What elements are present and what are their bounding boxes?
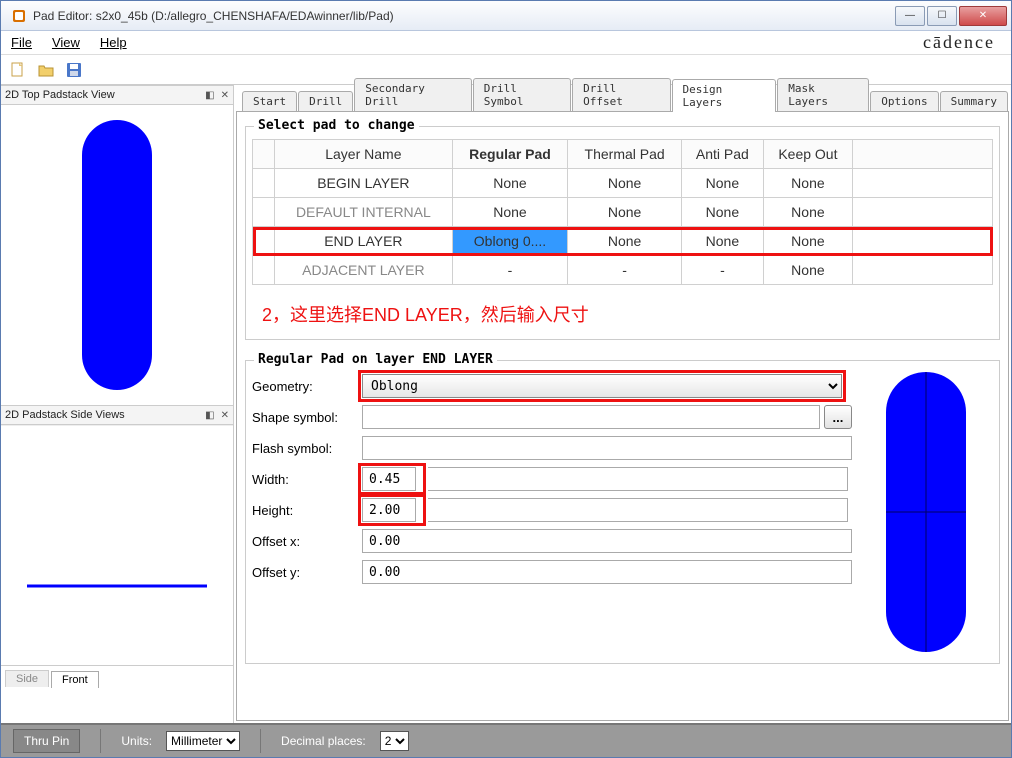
table-row[interactable]: END LAYER Oblong 0.... None None None — [253, 227, 993, 256]
decimal-select[interactable]: 2 — [380, 731, 409, 751]
tab-summary[interactable]: Summary — [940, 91, 1008, 111]
table-row[interactable]: BEGIN LAYER None None None None — [253, 169, 993, 198]
tab-design-layers[interactable]: Design Layers — [672, 79, 777, 112]
tab-mask-layers[interactable]: Mask Layers — [777, 78, 869, 111]
menu-help[interactable]: Help — [100, 35, 127, 50]
table-row[interactable]: ADJACENT LAYER - - - None — [253, 256, 993, 285]
open-icon[interactable] — [37, 61, 55, 79]
flash-symbol-label: Flash symbol: — [252, 441, 362, 456]
units-label: Units: — [121, 734, 152, 748]
col-layer-name: Layer Name — [275, 140, 453, 169]
top-padstack-view — [1, 105, 233, 405]
save-icon[interactable] — [65, 61, 83, 79]
thru-pin-button[interactable]: Thru Pin — [13, 729, 80, 753]
undock-icon[interactable]: ◧ — [205, 410, 214, 421]
layer-table: Layer Name Regular Pad Thermal Pad Anti … — [252, 139, 993, 285]
tab-drill[interactable]: Drill — [298, 91, 353, 111]
close-button[interactable]: ✕ — [959, 6, 1007, 26]
regular-pad-group: Regular Pad on layer END LAYER Geometry:… — [245, 360, 1000, 664]
col-regular-pad: Regular Pad — [452, 140, 568, 169]
top-view-header: 2D Top Padstack View ◧✕ — [1, 85, 233, 105]
minimize-button[interactable]: — — [895, 6, 925, 26]
offset-x-input[interactable] — [362, 529, 852, 553]
height-input[interactable] — [362, 498, 416, 522]
table-row[interactable]: DEFAULT INTERNAL None None None None — [253, 198, 993, 227]
shape-browse-button[interactable]: ... — [824, 405, 852, 429]
brand-logo: cādence — [923, 32, 1001, 53]
flash-symbol-input[interactable] — [362, 436, 852, 460]
app-icon — [11, 8, 27, 24]
menu-file[interactable]: File — [11, 35, 32, 50]
offset-x-label: Offset x: — [252, 534, 362, 549]
new-icon[interactable] — [9, 61, 27, 79]
undock-icon[interactable]: ◧ — [205, 90, 214, 101]
app-window: Pad Editor: s2x0_45b (D:/allegro_CHENSHA… — [0, 0, 1012, 758]
width-label: Width: — [252, 472, 362, 487]
menu-view[interactable]: View — [52, 35, 80, 50]
main-tabs: Start Drill Secondary Drill Drill Symbol… — [236, 87, 1009, 111]
tab-secondary-drill[interactable]: Secondary Drill — [354, 78, 471, 111]
height-label: Height: — [252, 503, 362, 518]
maximize-button[interactable]: ☐ — [927, 6, 957, 26]
tab-options[interactable]: Options — [870, 91, 938, 111]
col-keep-out: Keep Out — [763, 140, 852, 169]
titlebar: Pad Editor: s2x0_45b (D:/allegro_CHENSHA… — [1, 1, 1011, 31]
select-pad-group: Select pad to change Layer Name Regular … — [245, 126, 1000, 340]
statusbar: Thru Pin Units: Millimeter Decimal place… — [1, 723, 1011, 757]
regular-pad-cell-end[interactable]: Oblong 0.... — [452, 227, 568, 256]
tab-start[interactable]: Start — [242, 91, 297, 111]
tab-drill-offset[interactable]: Drill Offset — [572, 78, 670, 111]
tab-side[interactable]: Side — [5, 670, 49, 687]
window-title: Pad Editor: s2x0_45b (D:/allegro_CHENSHA… — [33, 9, 895, 23]
annotation-text: 2，这里选择END LAYER，然后输入尺寸 — [262, 301, 993, 327]
tab-front[interactable]: Front — [51, 671, 99, 688]
decimal-label: Decimal places: — [281, 734, 366, 748]
col-thermal-pad: Thermal Pad — [568, 140, 682, 169]
tab-drill-symbol[interactable]: Drill Symbol — [473, 78, 571, 111]
close-panel-icon[interactable]: ✕ — [221, 410, 229, 421]
width-input[interactable] — [362, 467, 416, 491]
offset-y-input[interactable] — [362, 560, 852, 584]
menubar: File View Help cādence — [1, 31, 1011, 55]
shape-symbol-input[interactable] — [362, 405, 820, 429]
side-padstack-view — [1, 425, 233, 665]
close-panel-icon[interactable]: ✕ — [221, 90, 229, 101]
col-anti-pad: Anti Pad — [681, 140, 763, 169]
offset-y-label: Offset y: — [252, 565, 362, 580]
side-view-header: 2D Padstack Side Views ◧✕ — [1, 405, 233, 425]
shape-symbol-label: Shape symbol: — [252, 410, 362, 425]
geometry-label: Geometry: — [252, 379, 362, 394]
units-select[interactable]: Millimeter — [166, 731, 240, 751]
geometry-select[interactable]: Oblong — [362, 374, 842, 398]
pad-preview — [866, 367, 986, 657]
